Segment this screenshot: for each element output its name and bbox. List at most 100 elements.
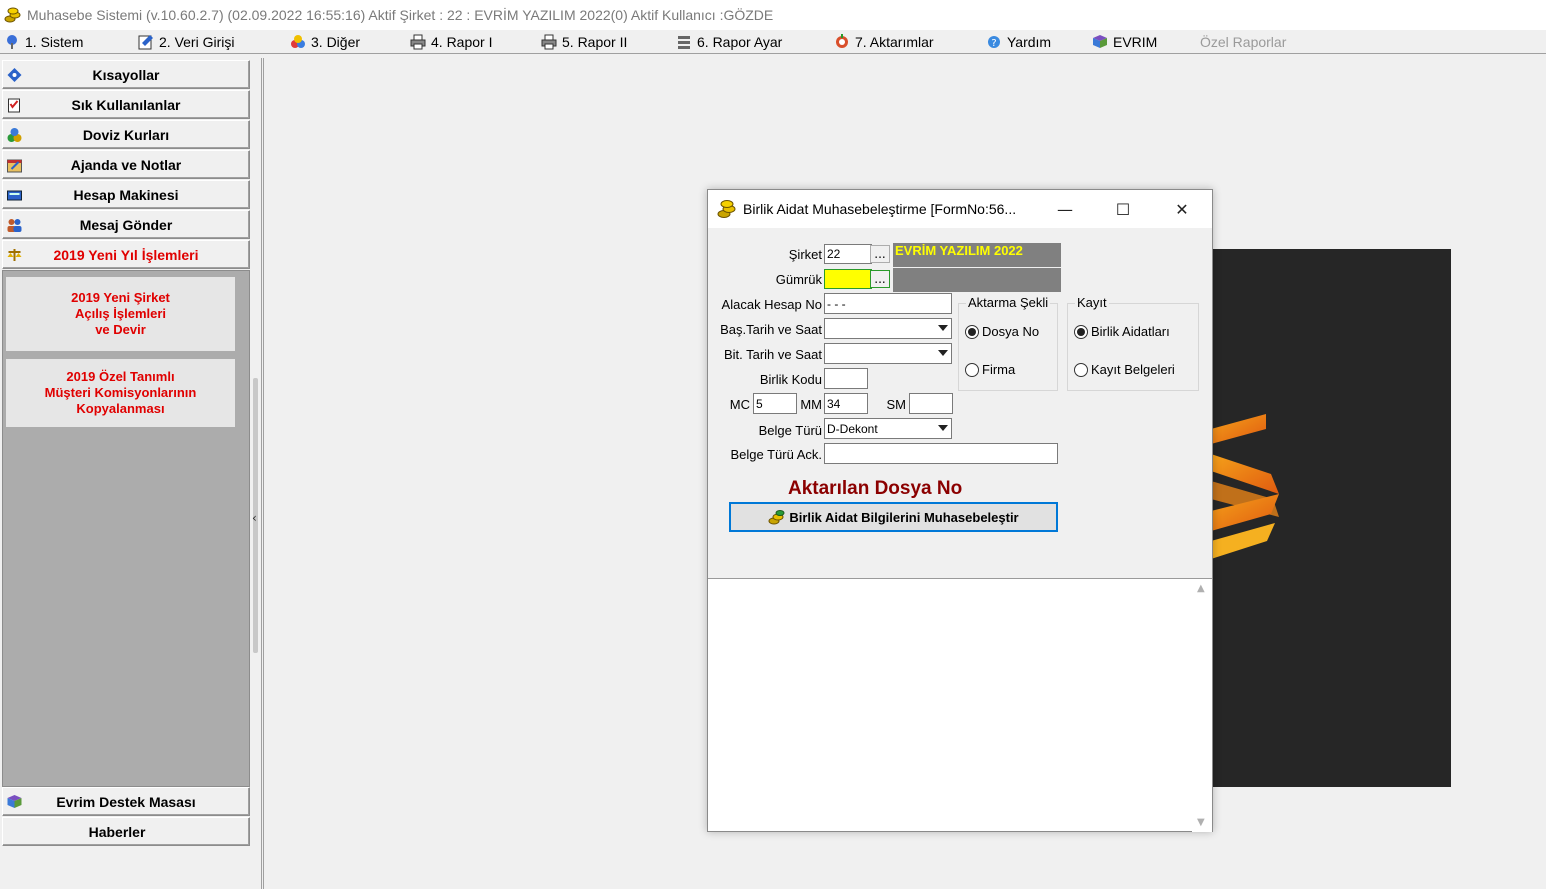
report-settings-icon [678, 36, 690, 49]
card-yeni-sirket-acilis[interactable]: 2019 Yeni Şirket Açılış İşlemleri ve Dev… [6, 277, 235, 351]
data-entry-icon [138, 35, 153, 50]
log-memo[interactable]: ▲ ▼ [708, 578, 1212, 832]
radio-selected-icon [1074, 324, 1088, 339]
app-title-bar: Muhasebe Sistemi (v.10.60.2.7) (02.09.20… [0, 0, 1546, 30]
chevron-left-icon[interactable]: ‹ [252, 511, 257, 525]
gumruk-label: Gümrük [775, 272, 822, 287]
mc-input[interactable]: 5 [753, 393, 797, 414]
menu-evrim[interactable]: EVRIM [1092, 32, 1157, 52]
sidebar-item-ajanda[interactable]: Ajanda ve Notlar [2, 150, 250, 179]
app-coins-icon [4, 7, 21, 23]
radio-kayit-belgeleri[interactable]: Kayıt Belgeleri [1074, 362, 1175, 377]
birlik-kodu-input[interactable] [824, 368, 868, 389]
system-icon [7, 35, 17, 49]
radio-firma[interactable]: Firma [965, 362, 1015, 377]
bit-tarih-combo[interactable] [824, 343, 952, 364]
birlik-kodu-label: Birlik Kodu [759, 372, 822, 387]
sidebar-item-label: Sık Kullanılanlar [71, 96, 181, 113]
users-icon [7, 219, 22, 232]
scroll-up-icon[interactable]: ▲ [1197, 583, 1205, 594]
diamond-icon [7, 68, 22, 82]
help-icon: ? [988, 36, 1000, 49]
menu-rapor-2[interactable]: 5. Rapor II [541, 32, 627, 52]
minimize-icon: — [1057, 199, 1073, 219]
radio-kayit-belgeleri-label: Kayıt Belgeleri [1091, 362, 1175, 377]
sidebar-panel: 2019 Yeni Şirket Açılış İşlemleri ve Dev… [2, 270, 250, 787]
radio-dosya-no-label: Dosya No [982, 324, 1040, 339]
agenda-icon [7, 159, 22, 173]
maximize-button[interactable]: ☐ [1100, 190, 1146, 228]
close-button[interactable]: ✕ [1159, 190, 1205, 228]
sm-label: SM [886, 397, 907, 412]
menu-diger[interactable]: 3. Diğer [290, 32, 360, 52]
menu-sistem[interactable]: 1. Sistem [4, 32, 83, 52]
menu-veri-girisi[interactable]: 2. Veri Girişi [138, 32, 234, 52]
dropdown-arrow-icon[interactable] [938, 350, 948, 356]
menu-yardim-label: Yardım [1007, 34, 1052, 50]
bit-tarih-label: Bit. Tarih ve Saat [723, 347, 822, 362]
sidebar-item-sik-kullanilanlar[interactable]: Sık Kullanılanlar [2, 90, 250, 119]
belge-turu-combo[interactable]: D-Dekont [824, 418, 952, 439]
menu-rapor-1[interactable]: 4. Rapor I [410, 32, 492, 52]
radio-birlik-aidatlari[interactable]: Birlik Aidatları [1074, 324, 1170, 339]
sidebar-item-yeni-yil[interactable]: 2019 Yeni Yıl İşlemleri [2, 240, 250, 269]
sirket-lookup-button[interactable]: ... [870, 245, 890, 263]
sidebar-item-hesap-makinesi[interactable]: Hesap Makinesi [2, 180, 250, 209]
sidebar-item-kisayollar[interactable]: Kısayollar [2, 60, 250, 89]
sirket-input[interactable]: 22 [824, 244, 872, 264]
sidebar-item-mesaj-gonder[interactable]: Mesaj Gönder [2, 210, 250, 239]
sm-input[interactable] [909, 393, 953, 414]
muhasebelestir-button-label: Birlik Aidat Bilgilerini Muhasebeleştir [789, 509, 1019, 525]
checklist-icon [8, 98, 20, 113]
menu-rapor-ayar-label: 6. Rapor Ayar [697, 34, 783, 50]
sidebar-splitter[interactable]: ‹ [250, 58, 262, 889]
scroll-down-icon[interactable]: ▼ [1197, 817, 1205, 828]
dialog-title-bar[interactable]: Birlik Aidat Muhasebeleştirme [FormNo:56… [708, 190, 1212, 228]
kayit-caption: Kayıt [1075, 295, 1109, 310]
background-logo [1211, 249, 1451, 787]
menu-yardim[interactable]: ? Yardım [986, 32, 1051, 52]
svg-text:?: ? [991, 38, 996, 49]
dialog-title: Birlik Aidat Muhasebeleştirme [FormNo:56… [743, 201, 1017, 217]
menu-ozel-raporlar[interactable]: Özel Raporlar [1200, 32, 1286, 52]
app-title: Muhasebe Sistemi (v.10.60.2.7) (02.09.20… [27, 7, 774, 23]
book-icon [1093, 35, 1107, 48]
menu-diger-label: 3. Diğer [311, 34, 361, 50]
dropdown-arrow-icon[interactable] [938, 325, 948, 331]
bas-tarih-combo[interactable] [824, 318, 952, 339]
aktarilan-dosya-no-label: Aktarılan Dosya No [788, 478, 963, 499]
sidebar-item-haberler[interactable]: Haberler [2, 817, 250, 846]
gumruk-input[interactable] [824, 269, 872, 289]
belge-turu-ack-label: Belge Türü Ack. [730, 447, 822, 462]
belge-turu-ack-input[interactable] [824, 443, 1058, 464]
radio-unselected-icon [965, 362, 979, 377]
menu-aktarimlar-label: 7. Aktarımlar [855, 34, 934, 50]
dropdown-arrow-icon[interactable] [938, 425, 948, 431]
mm-input[interactable]: 34 [824, 393, 868, 414]
memo-scrollbar[interactable]: ▲ ▼ [1192, 579, 1212, 832]
sidebar-item-evrim-destek[interactable]: Evrim Destek Masası [2, 787, 250, 816]
card-ozel-tanimli-komisyon[interactable]: 2019 Özel Tanımlı Müşteri Komisyonlarını… [6, 359, 235, 427]
alacak-hesap-input[interactable]: - - - [824, 293, 952, 314]
radio-dosya-no[interactable]: Dosya No [965, 324, 1039, 339]
maximize-icon: ☐ [1115, 199, 1131, 219]
minimize-button[interactable]: — [1042, 190, 1088, 228]
gumruk-name-display [893, 268, 1061, 292]
menu-rapor-1-label: 4. Rapor I [431, 34, 493, 50]
evrim-logo-icon [1211, 414, 1279, 559]
radio-firma-label: Firma [982, 362, 1016, 377]
menu-aktarimlar[interactable]: 7. Aktarımlar [834, 32, 934, 52]
alacak-hesap-label: Alacak Hesap No [721, 297, 822, 312]
menu-rapor-ayar[interactable]: 6. Rapor Ayar [676, 32, 782, 52]
radio-selected-icon [965, 324, 979, 339]
gumruk-lookup-button[interactable]: ... [870, 270, 890, 288]
muhasebelestir-button[interactable]: Birlik Aidat Bilgilerini Muhasebeleştir [729, 502, 1058, 532]
book-icon [7, 795, 22, 808]
sidebar-item-label: Ajanda ve Notlar [70, 156, 182, 173]
menu-evrim-label: EVRIM [1113, 34, 1158, 50]
dialog-birlik-aidat: Birlik Aidat Muhasebeleştirme [FormNo:56… [707, 189, 1213, 832]
sidebar-item-label: Doviz Kurları [82, 126, 170, 143]
belge-turu-label: Belge Türü [758, 423, 822, 438]
sidebar-item-doviz-kurlari[interactable]: Doviz Kurları [2, 120, 250, 149]
menu-rapor-2-label: 5. Rapor II [562, 34, 628, 50]
